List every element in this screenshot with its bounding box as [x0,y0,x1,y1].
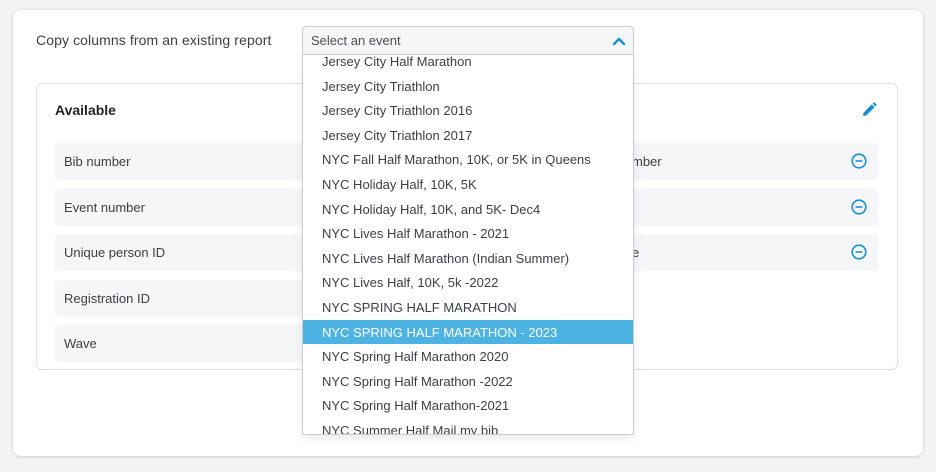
pencil-icon[interactable] [860,101,878,119]
minus-circle-icon[interactable] [851,199,867,215]
selected-item[interactable] [620,189,878,226]
dropdown-option[interactable]: Jersey City Half Marathon [303,55,633,74]
available-item-label: Bib number [64,154,131,169]
dropdown-option[interactable]: NYC Lives Half, 10K, 5k -2022 [303,270,633,295]
available-item-label: Event number [64,200,145,215]
event-select[interactable]: Select an event [302,26,634,55]
dropdown-option[interactable]: NYC Fall Half Marathon, 10K, or 5K in Qu… [303,147,633,172]
available-item-registration-id[interactable]: Registration ID [55,280,320,317]
event-select-value: Select an event [311,33,401,48]
dropdown-option[interactable]: NYC Lives Half Marathon (Indian Summer) [303,246,633,271]
dropdown-option[interactable]: Jersey City Triathlon 2016 [303,98,633,123]
copy-columns-label: Copy columns from an existing report [36,32,272,48]
available-item-unique-person-id[interactable]: Unique person ID [55,234,320,271]
dropdown-option[interactable]: NYC Spring Half Marathon 2020 [303,344,633,369]
dropdown-option[interactable]: NYC Spring Half Marathon-2021 [303,393,633,418]
dropdown-option[interactable]: Jersey City Triathlon [303,74,633,99]
available-item-bib-number[interactable]: Bib number [55,143,320,180]
available-item-label: Wave [64,336,97,351]
available-item-event-number[interactable]: Event number [55,189,320,226]
chevron-up-icon [612,37,626,46]
dropdown-option-highlighted[interactable]: NYC SPRING HALF MARATHON - 2023 [303,319,633,345]
dropdown-option[interactable]: NYC Summer Half Mail my bib [303,418,633,434]
dropdown-option[interactable]: NYC Spring Half Marathon -2022 [303,369,633,394]
selected-item[interactable]: mber [620,143,878,180]
event-dropdown-list[interactable]: Jersey City Half Marathon Jersey City Tr… [302,55,634,435]
available-title: Available [55,102,116,118]
dropdown-option[interactable]: NYC SPRING HALF MARATHON [303,295,633,320]
selected-item-label: mber [632,154,662,169]
dropdown-option[interactable]: NYC Holiday Half, 10K, 5K [303,172,633,197]
available-item-wave[interactable]: Wave [55,325,320,362]
dropdown-option[interactable]: NYC Holiday Half, 10K, and 5K- Dec4 [303,197,633,222]
minus-circle-icon[interactable] [851,153,867,169]
available-item-label: Registration ID [64,291,150,306]
dropdown-option[interactable]: Jersey City Triathlon 2017 [303,123,633,148]
dropdown-option[interactable]: NYC Lives Half Marathon - 2021 [303,221,633,246]
minus-circle-icon[interactable] [851,244,867,260]
available-item-label: Unique person ID [64,245,166,260]
selected-item[interactable]: e [620,234,878,271]
